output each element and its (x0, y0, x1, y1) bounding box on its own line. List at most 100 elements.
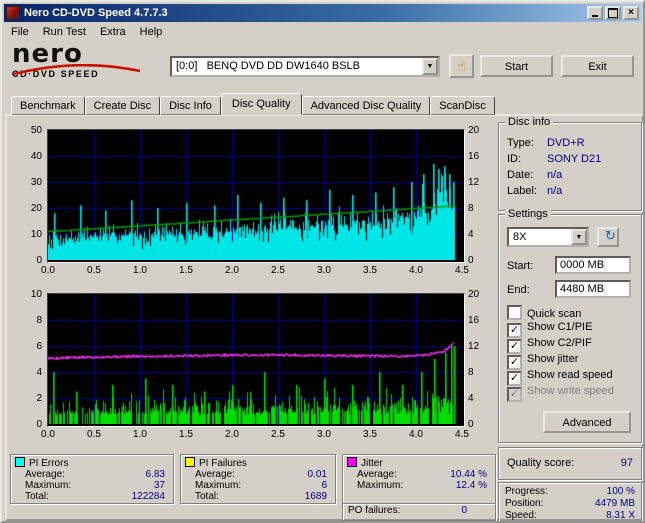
app-icon (6, 6, 20, 20)
stat-row-maximum: Maximum: 12.4 % (357, 480, 487, 491)
progress-label: Progress: (505, 486, 548, 497)
progress-group: Progress: 100 % Position: 4479 MB Speed: 8.31… (498, 482, 642, 521)
drive-selector[interactable]: [0:0] BENQ DVD DD DW1640 BSLB ▼ (170, 56, 440, 77)
disc-info-value: DVD+R (547, 137, 585, 149)
stat-panel-header: Jitter (347, 457, 383, 469)
stat-panel-header: PI Failures (185, 457, 247, 469)
stat-label: Average: (195, 469, 235, 480)
stat-label: Maximum: (195, 480, 242, 491)
checkbox-label: Show C2/PIF (527, 337, 592, 349)
tab-advanced-disc-quality[interactable]: Advanced Disc Quality (301, 96, 431, 115)
stat-value: 0.01 (307, 469, 327, 480)
minimize-button[interactable] (587, 6, 603, 20)
pi-errors-chart-frame (47, 129, 465, 263)
start-position-input[interactable] (555, 256, 631, 274)
drive-selector-arrow-icon[interactable]: ▼ (422, 58, 438, 75)
checkbox-box[interactable]: ✓ (507, 387, 522, 402)
stat-value: 12.4 % (455, 480, 487, 491)
checkbox-box[interactable]: ✓ (507, 339, 522, 354)
checkbox-show-c2-pif[interactable]: ✓ Show C2/PIF (507, 337, 637, 354)
speed-selector[interactable]: 8X ▼ (507, 227, 589, 247)
tab-scandisc[interactable]: ScanDisc (430, 96, 495, 115)
nero-logo-text: nero (12, 39, 83, 69)
minimize-icon (592, 15, 598, 17)
menu-bar: File Run Test Extra Help (4, 23, 641, 40)
checkbox-show-read-speed[interactable]: ✓ Show read speed (507, 369, 637, 386)
title-bar[interactable]: Nero CD-DVD Speed 4.7.7.3 × (4, 4, 641, 22)
stat-swatch-pi-failures (185, 457, 195, 467)
stat-swatch-jitter (347, 457, 357, 467)
disc-info-label: Date: (507, 169, 534, 181)
progress-row-speed: Speed: 8.31 X (505, 510, 635, 521)
stat-label: Average: (25, 469, 65, 480)
progress-label: Position: (505, 498, 544, 509)
checkbox-label: Show jitter (527, 353, 579, 365)
stat-panel-pi-failures: PI Failures Average: 0.01 Maximum: 6 Total: 16… (180, 454, 336, 504)
disc-info-value: SONY D21 (547, 153, 602, 165)
end-position-input[interactable] (555, 280, 631, 298)
close-button[interactable]: × (623, 6, 639, 20)
pi-failures-chart (48, 294, 462, 424)
settings-group: Settings 8X ▼ ↻ Start: End: Quick scan ✓ S… (498, 208, 642, 443)
speed-selector-arrow-icon[interactable]: ▼ (571, 229, 587, 245)
checkbox-show-jitter[interactable]: ✓ Show jitter (507, 353, 637, 370)
checkbox-quick-scan[interactable]: Quick scan (507, 305, 637, 320)
stat-label: Total: (25, 491, 49, 502)
checkbox-box[interactable]: ✓ (507, 355, 522, 370)
stat-row-maximum: Maximum: 37 (25, 480, 165, 491)
stat-label: Average: (357, 469, 397, 480)
menu-run-test[interactable]: Run Test (36, 25, 93, 39)
disc-info-label: ID: (507, 153, 522, 165)
exit-button[interactable]: Exit (561, 55, 634, 77)
checkbox-show-c1-pie[interactable]: ✓ Show C1/PIE (507, 321, 637, 338)
stat-value: 1689 (304, 491, 327, 502)
checkbox-label: Show read speed (527, 369, 613, 381)
maximize-button[interactable] (605, 6, 621, 20)
disc-info-label: Label: (507, 185, 537, 197)
stat-panel-title: Jitter (361, 458, 383, 469)
pi-failures-chart-frame (47, 293, 465, 427)
stat-panel-title: PI Failures (199, 458, 247, 469)
stat-value: 122284 (131, 491, 165, 502)
tab-strip: Benchmark Create Disc Disc Info Disc Qualit… (11, 93, 495, 115)
stat-panel-header: PI Errors (15, 457, 68, 469)
tab-benchmark[interactable]: Benchmark (11, 96, 85, 115)
start-field-label: Start: (507, 260, 534, 272)
checkbox-box[interactable]: ✓ (507, 323, 522, 338)
checkbox-label: Show write speed (527, 385, 614, 397)
checkbox-box[interactable]: ✓ (507, 371, 522, 386)
menu-extra[interactable]: Extra (93, 25, 133, 39)
stat-swatch-pi-errors (15, 457, 25, 467)
stat-value: 10.44 % (450, 469, 487, 480)
disc-info-label: Type: (507, 137, 534, 149)
disc-info-row-id: ID: SONY D21 (507, 152, 635, 166)
nero-swoosh-icon (13, 64, 141, 76)
progress-value: 8.31 X (606, 510, 635, 521)
progress-value: 100 % (606, 486, 635, 497)
stat-row-total: Total: 1689 (195, 491, 327, 502)
checkbox-box[interactable] (507, 305, 522, 320)
tab-disc-info[interactable]: Disc Info (160, 96, 221, 115)
disc-info-value: n/a (547, 169, 563, 181)
po-failures-strip: PO failures: 0 (342, 503, 496, 521)
stat-panel-pi-errors: PI Errors Average: 6.83 Maximum: 37 Total: 122… (10, 454, 174, 504)
stat-row-average: Average: 0.01 (195, 469, 327, 480)
stat-label: Maximum: (357, 480, 404, 491)
progress-row-progress: Progress: 100 % (505, 486, 635, 498)
advanced-button[interactable]: Advanced (543, 411, 631, 433)
tab-disc-quality[interactable]: Disc Quality (220, 93, 302, 115)
start-button[interactable]: Start (480, 55, 553, 77)
disc-info-value: n/a (547, 185, 563, 197)
stat-label: Total: (195, 491, 219, 502)
tab-create-disc[interactable]: Create Disc (84, 96, 161, 115)
po-failures-value: 0 (461, 505, 467, 516)
hand-tool-button[interactable]: ☝ (449, 54, 474, 78)
drive-selector-value: [0:0] BENQ DVD DD DW1640 BSLB (176, 60, 361, 72)
quality-score-label: Quality score: (507, 457, 575, 469)
checkbox-show-write-speed[interactable]: ✓ Show write speed (507, 385, 637, 402)
menu-help[interactable]: Help (133, 25, 170, 39)
refresh-button[interactable]: ↻ (597, 227, 619, 247)
progress-label: Speed: (505, 510, 537, 521)
stat-row-average: Average: 6.83 (25, 469, 165, 480)
menu-file[interactable]: File (4, 25, 36, 39)
